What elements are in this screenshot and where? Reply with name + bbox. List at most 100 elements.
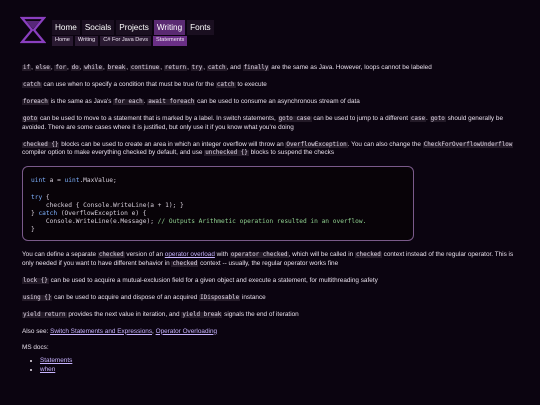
code-return: return (163, 65, 188, 71)
code-using: using {} (22, 294, 53, 301)
paragraph-text: You can define a separate (22, 250, 97, 258)
code-try: try (190, 65, 204, 71)
code-text: checked { Console.WriteLine(a + 1); } (31, 201, 184, 209)
code-lock: lock {} (22, 277, 49, 284)
code-case: case (409, 115, 427, 122)
site-header: Home Socials Projects Writing Fonts Home… (0, 0, 540, 52)
link-operator-overloading[interactable]: Operator Overloading (156, 328, 217, 335)
paragraph-yield: yield return provides the next value in … (22, 311, 520, 320)
nav-socials[interactable]: Socials (81, 20, 115, 36)
link-operator-overload[interactable]: operator overload (165, 251, 215, 258)
paragraph-text: . (426, 114, 428, 122)
code-check-for-overflow-underflow: CheckForOverflowUnderflow (422, 141, 514, 148)
list-item: when (40, 366, 520, 375)
paragraph-foreach: foreach is the same as Java's for each. … (22, 98, 520, 107)
paragraph-text: context -- usually, the regular operator… (200, 259, 339, 267)
list-item: Statements (40, 357, 520, 366)
paragraph-text: can be used to consume an asynchronous s… (197, 97, 360, 105)
paragraph-ms-docs: MS docs: (22, 344, 520, 353)
code-block-content: uint a = uint.MaxValue; try { checked { … (31, 177, 405, 233)
paragraph-text: MS docs: (22, 344, 49, 352)
code-while: while (83, 65, 103, 71)
nav-writing[interactable]: Writing (153, 20, 186, 36)
nav-fonts[interactable]: Fonts (187, 20, 214, 36)
code-goto-case: goto case (277, 115, 312, 122)
code-catch: catch (22, 81, 42, 88)
code-checked: checked (355, 251, 382, 258)
paragraph-using: using {} can be used to acquire and disp… (22, 294, 520, 303)
code-overflow-exception: OverflowException (285, 141, 348, 148)
paragraph-also-see: Also see: Switch Statements and Expressi… (22, 328, 520, 337)
paragraph-text: with (216, 250, 229, 258)
ms-docs-list: Statements when (22, 357, 520, 374)
code-for-each: for each (113, 98, 144, 105)
article-content: if, else, for, do, while, break, continu… (22, 64, 520, 374)
code-goto: goto (22, 115, 39, 122)
code-goto: goto (429, 115, 446, 122)
code-text: .MaxValue; (79, 177, 117, 185)
separator-text: , (152, 327, 154, 335)
code-text: (OverflowException e) { (57, 209, 147, 217)
paragraph-text: blocks can be used to create an area in … (61, 140, 284, 148)
code-catch: catch (215, 81, 236, 88)
breadcrumb: Home Writing C# For Java Devs Statements (52, 36, 188, 46)
paragraph-checked: checked {} blocks can be used to create … (22, 141, 520, 159)
code-checked: checked (171, 260, 199, 267)
code-checked-block: checked {} (22, 141, 60, 148)
code-comment: // Outputs Arithmetic operation resulted… (157, 217, 367, 225)
breadcrumb-csharp-for-java-devs[interactable]: C# For Java Devs (100, 36, 151, 46)
paragraph-text: , which will be called in (288, 250, 354, 258)
paragraph-text: provides the next value in iteration, an… (68, 310, 180, 318)
paragraph-text: compiler option to make everything check… (22, 149, 203, 157)
link-docs-statements[interactable]: Statements (40, 357, 72, 364)
code-idisposable: IDisposable (199, 294, 241, 301)
paragraph-goto: goto can be used to move to a statement … (22, 115, 520, 133)
code-text: } (31, 225, 35, 233)
paragraph-catch-when: catch can use when to specify a conditio… (22, 81, 520, 90)
main-nav: Home Socials Projects Writing Fonts (52, 20, 214, 36)
paragraph-text: can use when to specify a condition that… (43, 80, 215, 88)
breadcrumb-writing[interactable]: Writing (74, 36, 99, 46)
code-yield-break: yield break (181, 311, 223, 318)
paragraph-text: . You can also change the (347, 140, 421, 148)
code-unchecked-block: unchecked {} (204, 150, 249, 157)
code-else: else (34, 65, 51, 71)
paragraph-operator-checked: You can define a separate checked versio… (22, 251, 520, 269)
code-keyword: uint (64, 177, 80, 185)
code-text: Console.WriteLine(e.Message); (31, 217, 158, 225)
breadcrumb-statements[interactable]: Statements (153, 36, 188, 46)
code-await-foreach: await foreach (147, 98, 196, 105)
paragraph-text: are the same as Java. However, loops can… (271, 64, 432, 71)
link-docs-when[interactable]: when (40, 366, 55, 373)
code-for: for (54, 65, 68, 71)
code-keyword: try (31, 193, 43, 201)
code-foreach: foreach (22, 98, 49, 105)
link-switch-statements[interactable]: Switch Statements and Expressions (50, 328, 152, 335)
code-continue: continue (129, 65, 161, 71)
paragraph-text: to execute (237, 80, 267, 88)
paragraph-lock: lock {} can be used to acquire a mutual-… (22, 277, 520, 286)
paragraph-text: signals the end of iteration (224, 310, 299, 318)
breadcrumb-home[interactable]: Home (52, 36, 73, 46)
code-if: if (22, 65, 32, 71)
paragraph-text: Also see: (22, 327, 49, 335)
code-keyword: catch (38, 209, 58, 217)
code-checked: checked (97, 251, 125, 258)
code-keyword: uint (31, 177, 46, 185)
code-text: a = (45, 177, 65, 185)
nav-home[interactable]: Home (52, 20, 80, 36)
code-block[interactable]: uint a = uint.MaxValue; try { checked { … (22, 166, 414, 241)
code-break: break (106, 65, 127, 71)
nav-projects[interactable]: Projects (116, 20, 152, 36)
code-finally: finally (242, 65, 270, 71)
paragraph-text: blocks to suspend the checks (250, 149, 335, 157)
paragraph-text: is the same as Java's (50, 97, 112, 105)
code-catch: catch (206, 65, 227, 71)
paragraph-text: can be used to jump to a different (313, 114, 409, 122)
paragraph-control-flow: if, else, for, do, while, break, continu… (22, 64, 432, 71)
site-logo-icon[interactable] (20, 16, 46, 44)
paragraph-text: version of an (126, 250, 164, 258)
paragraph-text: can be used to acquire a mutual-exclusio… (50, 276, 378, 284)
paragraph-text: instance (241, 293, 266, 301)
paragraph-text: can be used to move to a statement that … (39, 114, 276, 122)
